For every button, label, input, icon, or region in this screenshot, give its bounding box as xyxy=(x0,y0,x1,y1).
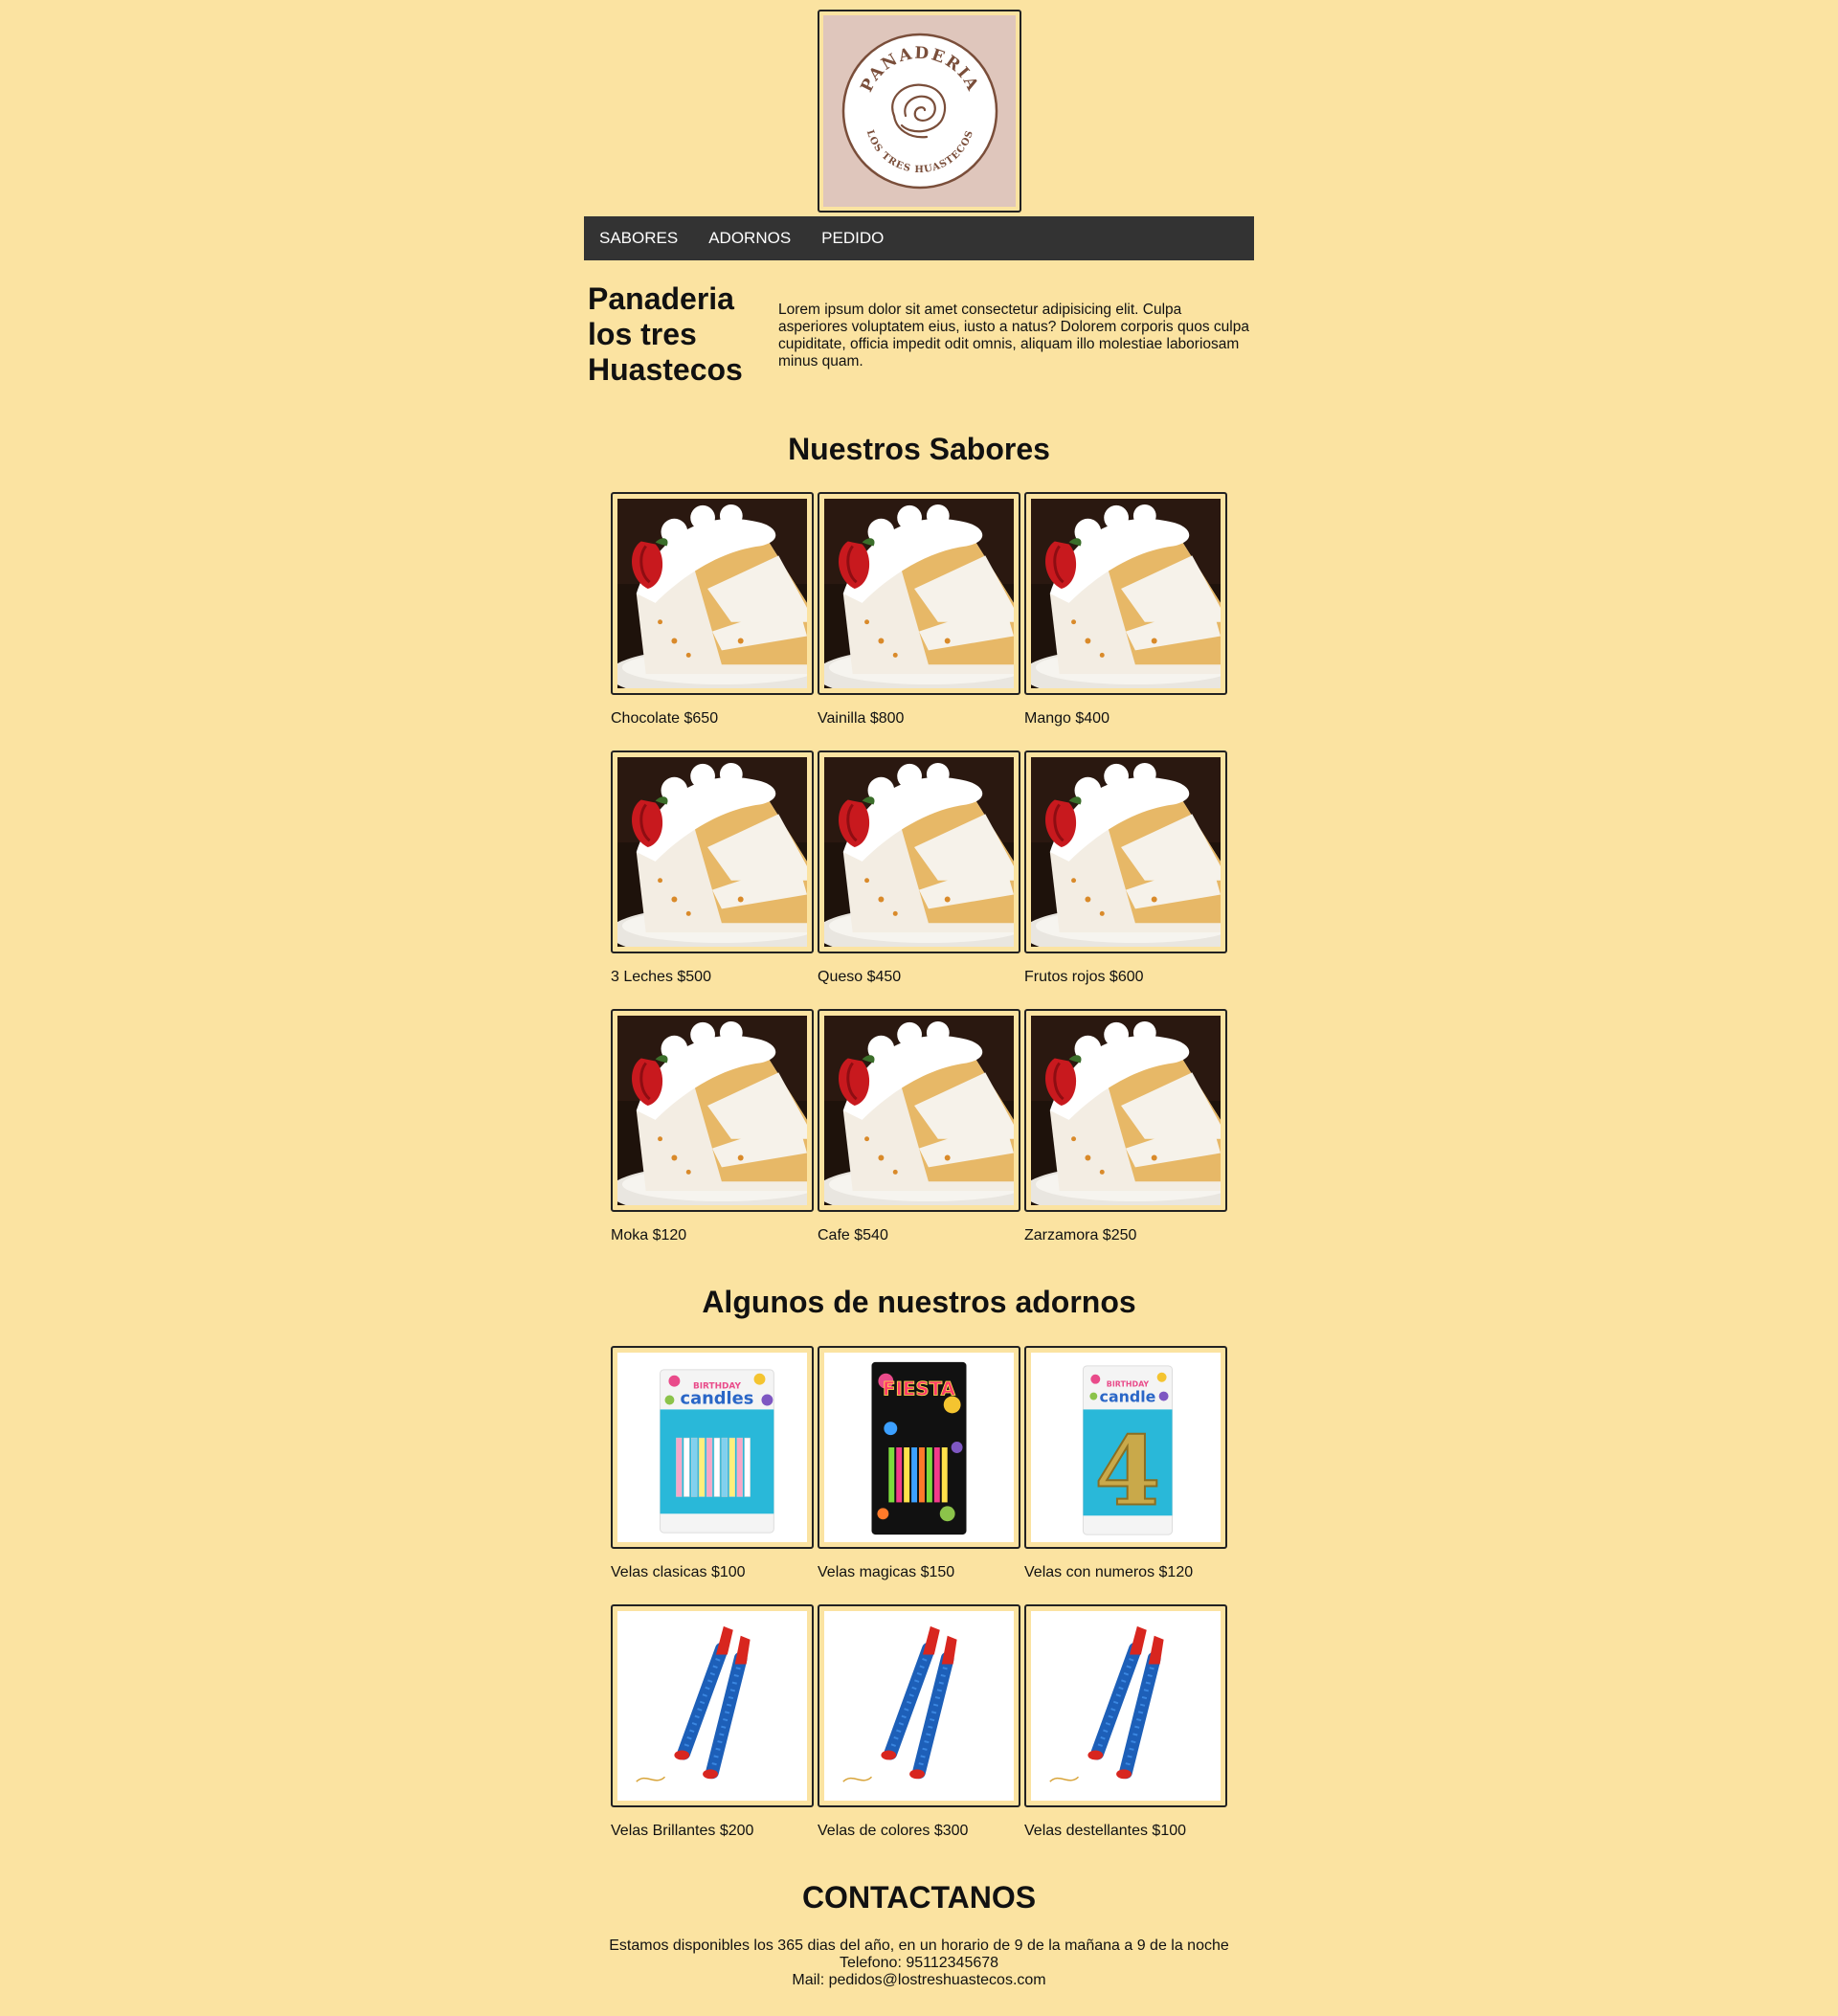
bakery-logo: PANADERIA LOS TRES HUASTECOS xyxy=(818,10,1021,213)
decoration-image: BIRTHDAY candles xyxy=(611,1346,814,1549)
nav-link-adornos[interactable]: ADORNOS xyxy=(708,229,791,248)
nav-link-pedido[interactable]: PEDIDO xyxy=(821,229,884,248)
intro-text: Lorem ipsum dolor sit amet consectetur a… xyxy=(778,302,1249,370)
contact-mail: Mail: pedidos@lostreshuastecos.com xyxy=(792,1972,1046,1988)
flavor-caption: Moka $120 xyxy=(611,1227,687,1243)
contact-hours: Estamos disponibles los 365 dias del año… xyxy=(609,1938,1229,1954)
flavor-caption: Zarzamora $250 xyxy=(1024,1227,1137,1243)
flavor-image xyxy=(611,492,814,695)
svg-text:candles: candles xyxy=(681,1388,754,1408)
flavor-card: Queso $450 xyxy=(818,750,1020,985)
flavor-image xyxy=(611,750,814,953)
decoration-card: Velas destellantes $100 xyxy=(1024,1604,1227,1839)
flavor-caption: Queso $450 xyxy=(818,969,902,985)
flavor-image xyxy=(818,750,1020,953)
decoration-caption: Velas destellantes $100 xyxy=(1024,1823,1187,1839)
contact-phone: Telefono: 95112345678 xyxy=(839,1955,999,1971)
decoration-image xyxy=(818,1604,1020,1807)
flavor-caption: 3 Leches $500 xyxy=(611,969,711,985)
contact-info: Estamos disponibles los 365 dias del año… xyxy=(584,1938,1254,1989)
flavor-card: Moka $120 xyxy=(611,1009,814,1243)
flavor-image xyxy=(818,1009,1020,1212)
flavor-caption: Mango $400 xyxy=(1024,710,1110,727)
nav-link-sabores[interactable]: SABORES xyxy=(599,229,678,248)
decoration-image xyxy=(1024,1604,1227,1807)
decoration-image: FIESTA xyxy=(818,1346,1020,1549)
flavor-image xyxy=(1024,492,1227,695)
flavor-card: Chocolate $650 xyxy=(611,492,814,727)
flavor-card: 3 Leches $500 xyxy=(611,750,814,985)
decoration-caption: Velas Brillantes $200 xyxy=(611,1823,754,1839)
decoration-caption: Velas con numeros $120 xyxy=(1024,1564,1194,1580)
decoration-card: BIRTHDAY candles Velas clasicas $100 xyxy=(611,1346,814,1580)
main-navigation: SABORES ADORNOS PEDIDO xyxy=(584,216,1254,260)
flavor-card: Zarzamora $250 xyxy=(1024,1009,1227,1243)
decoration-caption: Velas magicas $150 xyxy=(818,1564,955,1580)
logo-background: PANADERIA LOS TRES HUASTECOS xyxy=(823,15,1016,207)
flavor-caption: Cafe $540 xyxy=(818,1227,888,1243)
logo-emblem: PANADERIA LOS TRES HUASTECOS xyxy=(841,33,997,190)
decoration-card: BIRTHDAY candle 4 Velas con numeros $120 xyxy=(1024,1346,1227,1580)
adornos-heading: Algunos de nuestros adornos xyxy=(702,1285,1136,1319)
decoration-image xyxy=(611,1604,814,1807)
flavor-card: Vainilla $800 xyxy=(818,492,1020,727)
decoration-card: Velas Brillantes $200 xyxy=(611,1604,814,1839)
decoration-image: BIRTHDAY candle 4 xyxy=(1024,1346,1227,1549)
decoration-caption: Velas clasicas $100 xyxy=(611,1564,746,1580)
flavor-image xyxy=(1024,750,1227,953)
flavor-card: Cafe $540 xyxy=(818,1009,1020,1243)
sabores-heading: Nuestros Sabores xyxy=(788,432,1050,466)
contact-heading: CONTACTANOS xyxy=(801,1880,1037,1915)
flavor-card: Frutos rojos $600 xyxy=(1024,750,1227,985)
flavor-caption: Vainilla $800 xyxy=(818,710,905,727)
svg-text:4: 4 xyxy=(1095,1416,1161,1527)
flavor-caption: Frutos rojos $600 xyxy=(1024,969,1144,985)
flavor-card: Mango $400 xyxy=(1024,492,1227,727)
flavor-caption: Chocolate $650 xyxy=(611,710,719,727)
svg-text:FIESTA: FIESTA xyxy=(883,1378,956,1400)
decoration-caption: Velas de colores $300 xyxy=(818,1823,969,1839)
flavor-image xyxy=(611,1009,814,1212)
svg-text:candle: candle xyxy=(1100,1387,1156,1405)
page-title: Panaderia los tres Huastecos xyxy=(588,281,743,387)
flavor-image xyxy=(1024,1009,1227,1212)
flavor-image xyxy=(818,492,1020,695)
decoration-card: FIESTA Velas magicas $150 xyxy=(818,1346,1020,1580)
decoration-card: Velas de colores $300 xyxy=(818,1604,1020,1839)
